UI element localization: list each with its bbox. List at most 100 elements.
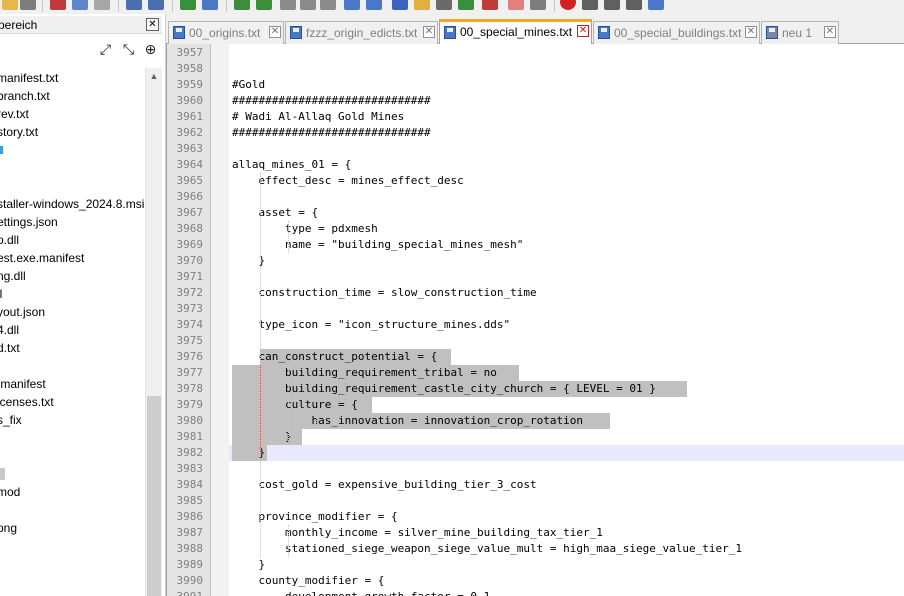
- file-tree-item[interactable]: mod: [0, 483, 146, 501]
- code-line[interactable]: 3972 construction_time = slow_constructi…: [167, 285, 904, 301]
- file-tree-item[interactable]: s_fix: [0, 411, 146, 429]
- macro-edit-icon[interactable]: [482, 0, 498, 10]
- tab-3[interactable]: 00_special_buildings.txt ✕: [593, 21, 760, 44]
- file-tree-item[interactable]: ettings.json: [0, 213, 146, 231]
- tab-close-icon[interactable]: ✕: [577, 25, 589, 37]
- file-tree-item[interactable]: staller-windows_2024.8.msi: [0, 195, 146, 213]
- code-line[interactable]: 3987 monthly_income = silver_mine_buildi…: [167, 525, 904, 541]
- code-line[interactable]: 3984 cost_gold = expensive_building_tier…: [167, 477, 904, 493]
- code-line[interactable]: 3977 building_requirement_tribal = no: [167, 365, 904, 381]
- tab-1[interactable]: fzzz_origin_edicts.txt ✕: [285, 21, 438, 44]
- code-line[interactable]: 3976 can_construct_potential = {: [167, 349, 904, 365]
- file-tree-item[interactable]: .manifest: [0, 375, 146, 393]
- code-line[interactable]: 3961 # Wadi Al-Allaq Gold Mines: [167, 109, 904, 125]
- file-tree-item[interactable]: est.exe.manifest: [0, 249, 146, 267]
- folder-workspace-icon[interactable]: [414, 0, 430, 10]
- code-line[interactable]: 3975: [167, 333, 904, 349]
- file-tree-item[interactable]: story.txt: [0, 123, 146, 141]
- code-line[interactable]: 3989 }: [167, 557, 904, 573]
- file-tree-item[interactable]: yout.json: [0, 303, 146, 321]
- document-map-icon[interactable]: [458, 0, 474, 10]
- function-list-icon[interactable]: [436, 0, 452, 10]
- save-macro-icon[interactable]: [648, 0, 664, 10]
- file-tree-item[interactable]: p.dll: [0, 231, 146, 249]
- file-tree-item[interactable]: d.txt: [0, 339, 146, 357]
- cut-icon[interactable]: [50, 0, 66, 10]
- code-line[interactable]: 3991 development_growth_factor = 0.1: [167, 589, 904, 596]
- indent-guide-icon[interactable]: [366, 0, 382, 10]
- zoom-in-icon[interactable]: [234, 0, 250, 10]
- file-tree-item[interactable]: [0, 447, 146, 465]
- code-line[interactable]: 3960 ##############################: [167, 93, 904, 109]
- file-tree-item[interactable]: [0, 159, 146, 177]
- replace-icon[interactable]: [202, 0, 218, 10]
- collapse-all-icon[interactable]: ⤡: [121, 43, 136, 58]
- file-tree-item[interactable]: branch.txt: [0, 87, 146, 105]
- file-tree-item[interactable]: ng.dll: [0, 267, 146, 285]
- file-tree-item[interactable]: 4.dll: [0, 321, 146, 339]
- all-chars-icon[interactable]: [344, 0, 360, 10]
- code-line[interactable]: 3959 #Gold: [167, 77, 904, 93]
- code-line[interactable]: 3971: [167, 269, 904, 285]
- file-tree-item[interactable]: icenses.txt: [0, 393, 146, 411]
- code-line[interactable]: 3973: [167, 301, 904, 317]
- scrollbar-thumb[interactable]: [147, 396, 161, 596]
- redo-icon[interactable]: [148, 0, 164, 10]
- find-icon[interactable]: [180, 0, 196, 10]
- code-line[interactable]: 3967 asset = {: [167, 205, 904, 221]
- tab-0[interactable]: 00_origins.txt ✕: [168, 21, 284, 44]
- file-tree-item[interactable]: ll: [0, 285, 146, 303]
- locate-current-file-icon[interactable]: ⊕: [143, 43, 158, 58]
- code-line[interactable]: 3990 county_modifier = {: [167, 573, 904, 589]
- code-line[interactable]: 3983: [167, 461, 904, 477]
- monitoring-icon[interactable]: [508, 0, 524, 10]
- play-macro-icon[interactable]: [604, 0, 620, 10]
- code-line[interactable]: 3986 province_modifier = {: [167, 509, 904, 525]
- code-line[interactable]: 3957: [167, 45, 904, 61]
- code-editor[interactable]: 3957 3958 3959 #Gold 3960 ###################…: [166, 44, 904, 596]
- file-tree-item[interactable]: :: [0, 357, 146, 375]
- code-line[interactable]: 3964 allaq_mines_01 = {: [167, 157, 904, 173]
- code-line[interactable]: 3963: [167, 141, 904, 157]
- code-line[interactable]: 3988 stationed_siege_weapon_siege_value_…: [167, 541, 904, 557]
- split-icon[interactable]: [300, 0, 316, 10]
- scroll-up-icon[interactable]: ▲: [146, 68, 162, 84]
- tab-close-icon[interactable]: ✕: [745, 26, 757, 38]
- code-line[interactable]: 3962 ##############################: [167, 125, 904, 141]
- panel-close-button[interactable]: ✕: [146, 18, 159, 31]
- code-line[interactable]: 3969 name = "building_special_mines_mesh…: [167, 237, 904, 253]
- file-tree-item[interactable]: [0, 429, 146, 447]
- code-line[interactable]: 3965 effect_desc = mines_effect_desc: [167, 173, 904, 189]
- code-line[interactable]: 3982 }: [167, 445, 904, 461]
- print-icon[interactable]: [20, 0, 36, 10]
- tab-close-icon[interactable]: ✕: [269, 26, 281, 38]
- file-tree-scrollbar[interactable]: ▲: [145, 68, 162, 596]
- sync-scroll-icon[interactable]: [280, 0, 296, 10]
- code-line[interactable]: 3974 type_icon = "icon_structure_mines.d…: [167, 317, 904, 333]
- wrap-icon[interactable]: [320, 0, 336, 10]
- record-macro-icon[interactable]: [560, 0, 576, 10]
- file-tree-item[interactable]: [0, 177, 146, 195]
- file-tree-item[interactable]: [0, 141, 146, 159]
- run-macro-multiple-icon[interactable]: [626, 0, 642, 10]
- tab-2[interactable]: 00_special_mines.txt ✕: [439, 19, 592, 45]
- tab-close-icon[interactable]: ✕: [423, 26, 435, 38]
- tab-4[interactable]: neu 1 ✕: [761, 21, 839, 44]
- copy-icon[interactable]: [72, 0, 88, 10]
- code-line[interactable]: 3985: [167, 493, 904, 509]
- stop-macro-icon[interactable]: [582, 0, 598, 10]
- code-line[interactable]: 3980 has_innovation = innovation_crop_ro…: [167, 413, 904, 429]
- code-line[interactable]: 3979 culture = {: [167, 397, 904, 413]
- paste-icon[interactable]: [94, 0, 110, 10]
- code-line[interactable]: 3968 type = pdxmesh: [167, 221, 904, 237]
- expand-all-icon[interactable]: ⤢: [98, 43, 113, 58]
- code-line[interactable]: 3958: [167, 61, 904, 77]
- file-tree-item[interactable]: [0, 465, 146, 483]
- view-icon[interactable]: [530, 0, 546, 10]
- file-tree-item[interactable]: rev.txt: [0, 105, 146, 123]
- file-tree-item[interactable]: [0, 501, 146, 519]
- zoom-out-icon[interactable]: [256, 0, 272, 10]
- file-tree-item[interactable]: png: [0, 519, 146, 537]
- code-line[interactable]: 3966: [167, 189, 904, 205]
- code-line[interactable]: 3970 }: [167, 253, 904, 269]
